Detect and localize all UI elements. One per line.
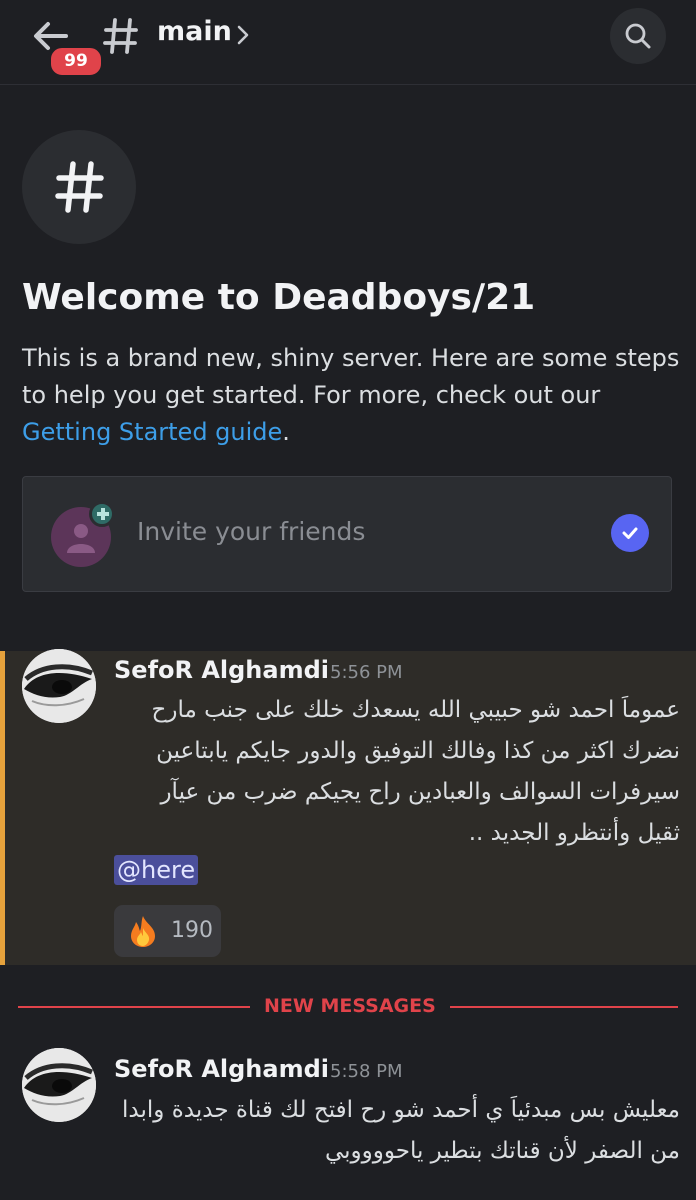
- message-line: عموماَ احمد شو حبيبي الله يسعدك خلك على …: [151, 697, 680, 723]
- new-messages-label: NEW MESSAGES: [250, 995, 450, 1017]
- welcome-period: .: [282, 418, 290, 446]
- welcome-description: This is a brand new, shiny server. Here …: [22, 340, 682, 451]
- message-line: معليش بس مبدئياَ ي أحمد شو رح افتح لك قن…: [122, 1097, 680, 1123]
- channel-header: 99 main: [0, 0, 696, 85]
- check-icon: [611, 514, 649, 552]
- unread-badge: 99: [48, 45, 104, 78]
- channel-hash-avatar: [22, 130, 136, 244]
- plus-icon: [89, 501, 115, 527]
- message-content: عموماَ احمد شو حبيبي الله يسعدك خلك على …: [100, 690, 680, 854]
- reaction-button[interactable]: 190: [114, 905, 221, 957]
- fire-emoji-icon: [131, 916, 155, 947]
- user-avatar-eye-image: [22, 1048, 96, 1122]
- message-line: ثقيل وأنتظرو الجديد ..: [468, 820, 680, 846]
- chevron-right-icon[interactable]: [235, 24, 251, 46]
- search-button[interactable]: [610, 8, 666, 64]
- message-line: سيرفرات السوالف والعبادين راح يجيكم ضرب …: [160, 779, 680, 805]
- user-avatar-eye-image: [22, 649, 96, 723]
- message-line: نضرك اكثر من كذا وفالك التوفيق والدور جا…: [156, 738, 680, 764]
- getting-started-link[interactable]: Getting Started guide: [22, 418, 282, 446]
- here-mention[interactable]: @here: [114, 855, 199, 885]
- welcome-text: This is a brand new, shiny server. Here …: [22, 344, 680, 409]
- invite-label: Invite your friends: [137, 517, 366, 546]
- message-username[interactable]: SefoR Alghamdi: [114, 1055, 329, 1083]
- welcome-title: Welcome to Deadboys/21: [22, 277, 536, 318]
- message-line: من الصفر لأن قناتك بتطير ياحووووبي: [324, 1138, 680, 1164]
- mention-highlight-bar: [0, 651, 5, 965]
- invite-friends-card[interactable]: Invite your friends: [22, 476, 672, 592]
- message-timestamp: 5:58 PM: [330, 1061, 403, 1082]
- channel-name[interactable]: main: [157, 16, 232, 47]
- search-icon: [625, 23, 651, 49]
- reaction-count: 190: [171, 918, 213, 943]
- message-username[interactable]: SefoR Alghamdi: [114, 656, 329, 684]
- hash-icon: [55, 161, 104, 213]
- avatar[interactable]: [22, 649, 96, 723]
- message-timestamp: 5:56 PM: [330, 662, 403, 683]
- hash-icon: [103, 18, 138, 54]
- message-content: معليش بس مبدئياَ ي أحمد شو رح افتح لك قن…: [100, 1090, 680, 1172]
- avatar[interactable]: [22, 1048, 96, 1122]
